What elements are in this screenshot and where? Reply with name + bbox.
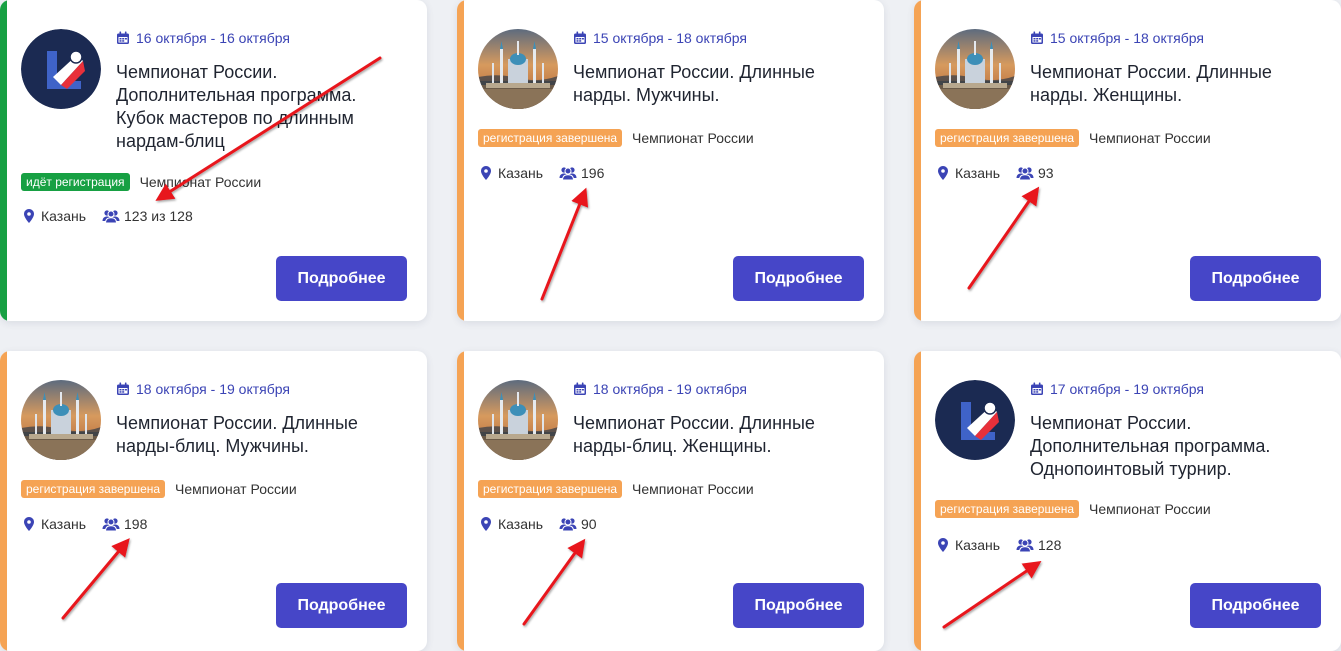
participants-count: 198	[124, 516, 148, 532]
event-title: Чемпионат России. Длинные нарды. Женщины…	[1030, 62, 1272, 105]
event-meta: Казань 90	[481, 516, 597, 532]
event-category: Чемпионат России	[175, 481, 297, 497]
event-date: 18 октября - 19 октября	[116, 381, 290, 397]
status-stripe	[457, 0, 464, 321]
status-badge: регистрация завершена	[478, 480, 623, 498]
event-city: Казань	[498, 516, 544, 532]
details-button[interactable]: Подробнее	[276, 583, 407, 628]
event-category: Чемпионат России	[632, 130, 754, 146]
event-title: Чемпионат России. Дополнительная програм…	[116, 62, 357, 151]
event-title: Чемпионат России. Дополнительная програм…	[1030, 413, 1271, 479]
event-photo	[21, 380, 101, 460]
calendar-icon	[573, 31, 587, 45]
status-row: регистрация завершена Чемпионат России	[478, 480, 754, 498]
event-date-text: 17 октября - 19 октября	[1050, 381, 1204, 397]
status-badge: идёт регистрация	[21, 173, 130, 191]
details-button[interactable]: Подробнее	[1190, 256, 1321, 301]
status-row: регистрация завершена Чемпионат России	[935, 129, 1211, 147]
event-date: 16 октября - 16 октября	[116, 30, 290, 46]
event-card: 17 октября - 19 октября Чемпионат России…	[914, 351, 1341, 651]
event-category: Чемпионат России	[1089, 130, 1211, 146]
calendar-icon	[573, 382, 587, 396]
participants-icon	[1016, 538, 1034, 552]
participants-count: 123 из 128	[124, 208, 193, 224]
event-card: 18 октября - 19 октября Чемпионат России…	[457, 351, 884, 651]
event-category: Чемпионат России	[632, 481, 754, 497]
participants-icon	[102, 517, 120, 531]
status-badge: регистрация завершена	[935, 129, 1080, 147]
event-card: 15 октября - 18 октября Чемпионат России…	[914, 0, 1341, 321]
event-date: 17 октября - 19 октября	[1030, 381, 1204, 397]
event-date-text: 15 октября - 18 октября	[1050, 30, 1204, 46]
status-stripe	[0, 351, 7, 651]
event-logo	[935, 380, 1015, 460]
status-stripe	[914, 0, 921, 321]
event-city: Казань	[955, 165, 1001, 181]
calendar-icon	[1030, 31, 1044, 45]
event-photo	[478, 380, 558, 460]
location-pin-icon	[24, 209, 34, 223]
status-row: регистрация завершена Чемпионат России	[935, 500, 1211, 518]
event-card: 15 октября - 18 октября Чемпионат России…	[457, 0, 884, 321]
location-pin-icon	[24, 517, 34, 531]
event-category: Чемпионат России	[1089, 501, 1211, 517]
event-date: 15 октября - 18 октября	[573, 30, 747, 46]
event-meta: Казань 198	[24, 516, 147, 532]
event-meta: Казань 128	[938, 537, 1061, 553]
participants-icon	[559, 166, 577, 180]
event-logo	[21, 29, 101, 109]
event-meta: Казань 123 из 128	[24, 208, 193, 224]
location-pin-icon	[481, 166, 491, 180]
participants-count: 196	[581, 165, 605, 181]
event-date: 15 октября - 18 октября	[1030, 30, 1204, 46]
calendar-icon	[1030, 382, 1044, 396]
event-card: 18 октября - 19 октября Чемпионат России…	[0, 351, 427, 651]
event-city: Казань	[41, 516, 87, 532]
event-city: Казань	[955, 537, 1001, 553]
event-date-text: 18 октября - 19 октября	[136, 381, 290, 397]
event-date: 18 октября - 19 октября	[573, 381, 747, 397]
status-badge: регистрация завершена	[21, 480, 166, 498]
location-pin-icon	[938, 538, 948, 552]
participants-icon	[102, 209, 120, 223]
status-stripe	[914, 351, 921, 651]
status-badge: регистрация завершена	[935, 500, 1080, 518]
participants-icon	[559, 517, 577, 531]
event-title: Чемпионат России. Длинные нарды-блиц. Му…	[116, 413, 358, 456]
event-photo	[478, 29, 558, 109]
event-date-text: 18 октября - 19 октября	[593, 381, 747, 397]
participants-icon	[1016, 166, 1034, 180]
event-card: 16 октября - 16 октября Чемпионат России…	[0, 0, 427, 321]
calendar-icon	[116, 382, 130, 396]
location-pin-icon	[481, 517, 491, 531]
event-meta: Казань 93	[938, 165, 1054, 181]
location-pin-icon	[938, 166, 948, 180]
participants-count: 93	[1038, 165, 1054, 181]
event-city: Казань	[498, 165, 544, 181]
event-city: Казань	[41, 208, 87, 224]
event-title: Чемпионат России. Длинные нарды. Мужчины…	[573, 62, 815, 105]
calendar-icon	[116, 31, 130, 45]
details-button[interactable]: Подробнее	[276, 256, 407, 301]
event-date-text: 15 октября - 18 октября	[593, 30, 747, 46]
event-category: Чемпионат России	[139, 174, 262, 190]
event-date-text: 16 октября - 16 октября	[136, 30, 290, 46]
details-button[interactable]: Подробнее	[733, 256, 864, 301]
status-row: идёт регистрация Чемпионат России	[21, 173, 261, 191]
status-row: регистрация завершена Чемпионат России	[478, 129, 754, 147]
event-meta: Казань 196	[481, 165, 604, 181]
details-button[interactable]: Подробнее	[733, 583, 864, 628]
status-stripe	[457, 351, 464, 651]
details-button[interactable]: Подробнее	[1190, 583, 1321, 628]
status-stripe	[0, 0, 7, 321]
participants-count: 128	[1038, 537, 1062, 553]
status-badge: регистрация завершена	[478, 129, 623, 147]
event-photo	[935, 29, 1015, 109]
participants-count: 90	[581, 516, 597, 532]
status-row: регистрация завершена Чемпионат России	[21, 480, 297, 498]
event-title: Чемпионат России. Длинные нарды-блиц. Же…	[573, 413, 815, 456]
